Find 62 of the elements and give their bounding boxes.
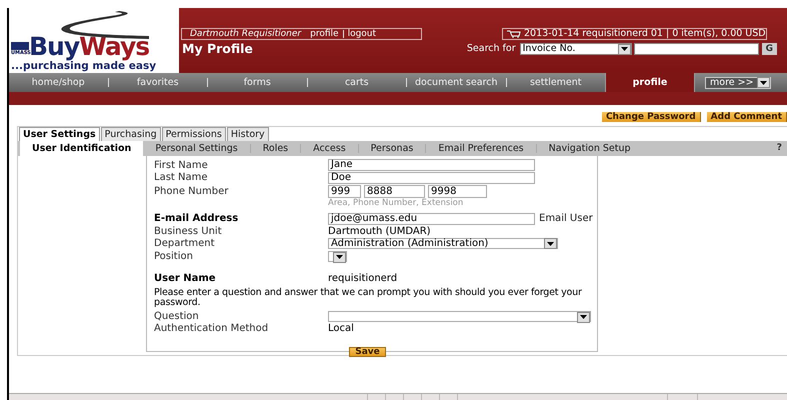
instruction-text: Please enter a question and answer that we can prompt you with should you ever forget your password.	[154, 288, 583, 308]
action-button[interactable]: Add Comment	[706, 112, 787, 122]
field-label: Phone Number	[154, 185, 230, 199]
subtab[interactable]: Email Preferences	[426, 141, 536, 156]
text-input[interactable]: Jane	[328, 159, 535, 172]
field-label: Authentication Method	[154, 322, 270, 336]
tab[interactable]: Permissions	[162, 127, 226, 141]
subtab[interactable]: User Identification	[20, 141, 144, 156]
field-value: requisitionerd	[328, 272, 398, 286]
page-title: My Profile	[182, 42, 253, 56]
nav-tab[interactable]: forms	[208, 73, 306, 92]
field-value: Local	[328, 322, 354, 336]
more-select[interactable]: more >>	[705, 76, 771, 88]
tab[interactable]: History	[226, 127, 269, 141]
nav-tab[interactable]: document search	[407, 73, 506, 92]
subtab[interactable]: Navigation Setup	[536, 141, 643, 156]
cart-icon	[507, 30, 521, 38]
field-label: E-mail Address	[154, 212, 240, 226]
nav-tab[interactable]: settlement	[506, 73, 605, 92]
subtab[interactable]: Roles	[250, 141, 300, 156]
subtab[interactable]: Access	[301, 141, 358, 156]
logo-text: Buy	[29, 36, 80, 58]
position-select[interactable]	[328, 250, 347, 262]
search-label: Search for	[466, 42, 516, 56]
save-button[interactable]: Save	[349, 347, 386, 357]
action-button[interactable]: Change Password	[602, 112, 701, 122]
phone-hint: Area, Phone Number, Extension	[328, 198, 464, 209]
nav-tab[interactable]: home/shop	[9, 73, 108, 92]
subtab[interactable]: Personas	[358, 141, 426, 156]
go-button[interactable]: G	[762, 43, 778, 55]
field-label: User Name	[154, 272, 217, 286]
phone-input[interactable]: 9998	[428, 185, 487, 198]
logo-text: Ways	[79, 36, 150, 58]
field-value: Dartmouth (UMDAR)	[328, 224, 431, 238]
tab[interactable]: Purchasing	[100, 127, 161, 141]
user-role: Dartmouth Requisitioner	[190, 29, 302, 39]
search-type-select[interactable]: Invoice No.	[520, 43, 632, 55]
email-input[interactable]: jdoe@umass.edu	[328, 212, 535, 224]
email-user-link[interactable]: Email User	[539, 211, 593, 226]
field-label: Department	[154, 237, 216, 251]
header-link[interactable]: logout	[348, 29, 376, 39]
subtab[interactable]: Personal Settings	[143, 141, 250, 156]
field-label: Question	[154, 310, 200, 323]
field-label: Last Name	[154, 171, 209, 186]
field-label: Business Unit	[154, 224, 223, 238]
field-label: First Name	[154, 158, 209, 172]
field-label: Position	[154, 250, 194, 264]
header-link[interactable]: profile	[310, 29, 339, 39]
tab[interactable]: User Settings	[19, 127, 100, 141]
text-input[interactable]: Doe	[328, 172, 535, 184]
phone-input[interactable]: 999	[328, 185, 361, 198]
department-select[interactable]: Administration (Administration)	[328, 238, 558, 250]
nav-tab[interactable]: favorites	[108, 73, 207, 92]
cart-text: 2013-01-14 requisitionerd 01 | 0 item(s), 0.00 USD	[524, 29, 766, 39]
nav-tab[interactable]: carts	[308, 73, 406, 92]
question-select[interactable]	[328, 310, 591, 322]
nav-tab[interactable]: profile	[605, 73, 695, 92]
cart-summary[interactable]: 2013-01-14 requisitionerd 01 | 0 item(s), 0.00 USD	[502, 28, 767, 40]
help-icon[interactable]: ?	[776, 142, 782, 156]
phone-input[interactable]: 8888	[364, 185, 425, 198]
logo-tagline: ...purchasing made easy	[11, 61, 158, 72]
search-input[interactable]	[634, 43, 759, 55]
